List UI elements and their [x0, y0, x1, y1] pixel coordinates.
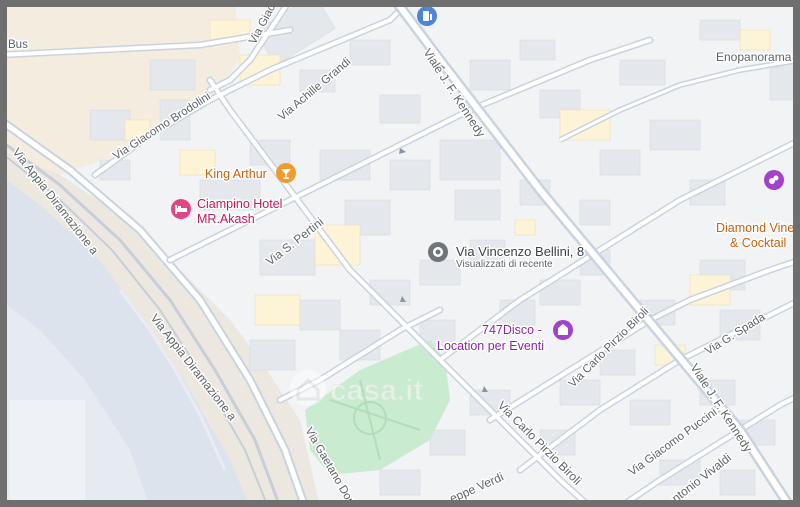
poi-diamond-line2: & Cocktail [730, 236, 786, 250]
poi-diamond-line1: Diamond Vine [716, 221, 794, 235]
nightclub-icon [553, 320, 573, 340]
poi-disco-line2: Location per Eventi [437, 339, 544, 353]
cocktail-icon [276, 163, 296, 183]
label-enopanorama: Enopanorama [716, 50, 792, 64]
poi-king-arthur-label: King Arthur [205, 167, 267, 181]
wine-icon [764, 170, 784, 190]
bed-icon [171, 199, 191, 219]
location-pin-icon [428, 242, 448, 262]
poi-hotel-line2: MR.Akash [197, 212, 255, 226]
poi-disco-line1: 747Disco - [482, 323, 542, 337]
watermark-text: casa.it [330, 374, 423, 407]
pin-subtitle: Visualizzati di recente [456, 259, 553, 270]
house-icon [290, 370, 326, 406]
poi-hotel-line1: Ciampino Hotel [197, 197, 282, 211]
watermark: casa.it [290, 370, 424, 408]
map-frame: casa.it Bus Enopanorama Via Giaco Via Ac… [0, 0, 800, 507]
pin-address: Via Vincenzo Bellini, 8 [456, 244, 584, 259]
fuel-icon[interactable] [417, 6, 437, 26]
airport-building [10, 400, 85, 500]
map-canvas[interactable]: casa.it Bus Enopanorama Via Giaco Via Ac… [0, 0, 800, 507]
label-bus: Bus [8, 39, 28, 51]
